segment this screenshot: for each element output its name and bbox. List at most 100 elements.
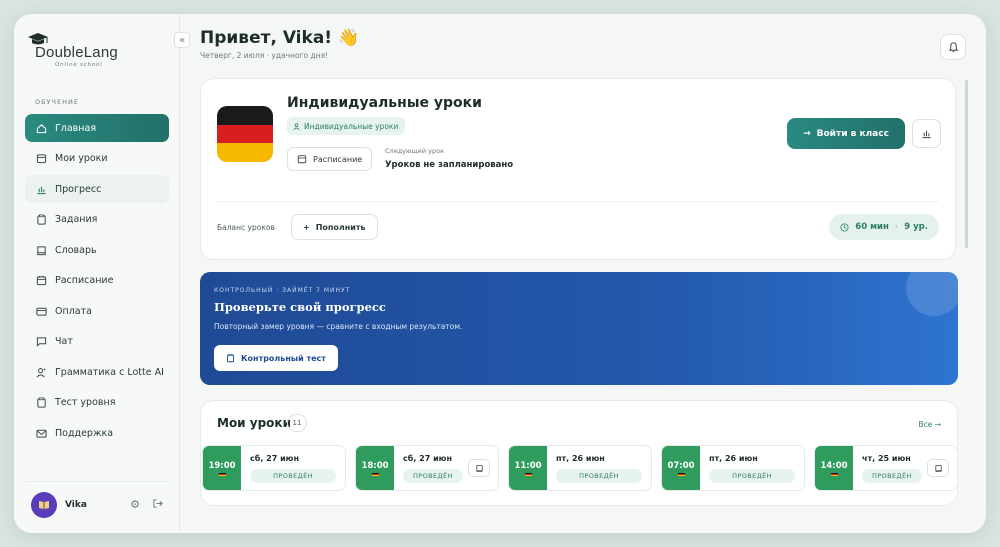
view-all-link[interactable]: Все → [918,420,941,429]
sidebar-item-tasks[interactable]: Задания [25,206,169,234]
clipboard-icon [35,214,47,226]
settings-icon[interactable]: ⚙ [130,498,140,512]
balance-lessons: 9 ур. [904,222,928,232]
lesson-item[interactable]: 11:00 пт, 26 июн ПРОВЕДЁН [508,445,652,491]
clock-icon [840,222,849,232]
german-flag [217,106,273,162]
book-icon [35,244,47,256]
lesson-time: 14:00 [820,460,848,471]
top-up-button[interactable]: + Пополнить [291,214,378,240]
status-badge: ПРОВЕДЁН [556,469,642,483]
lesson-date: пт, 26 июн [556,454,605,463]
chat-icon [35,336,47,348]
stats-button[interactable] [912,119,941,148]
sidebar-item-label: Прогресс [55,183,102,195]
avatar[interactable] [31,491,57,518]
sidebar-item-my-lessons[interactable]: Мои уроки [25,145,169,173]
individual-lessons-card: Индивидуальные уроки Индивидуальные урок… [200,78,956,260]
balance-minutes: 60 мин [855,222,889,232]
lessons-list: 19:00 сб, 27 июн ПРОВЕДЁН 18:00 сб, 27 и… [201,445,957,491]
lesson-time-block: 07:00 [662,446,700,490]
app-window: DoubleLang Online school « ОБУЧЕНИЕ Глав… [14,14,986,533]
german-flag-icon [830,472,838,476]
arrow-right-icon: → [803,128,811,139]
lesson-item[interactable]: 14:00 чт, 25 июн ПРОВЕДЁН [814,445,957,491]
banner-kicker: КОНТРОЛЬНЫЙ · ЗАЙМЁТ 7 МИНУТ [214,287,351,294]
lesson-date: чт, 25 июн [862,454,911,463]
logout-icon[interactable] [152,498,163,512]
chart-icon [35,183,47,195]
lesson-type-chip: Индивидуальные уроки [287,117,406,135]
enter-class-label: Войти в класс [816,128,889,139]
german-flag-icon [524,472,532,476]
calendar-icon [35,275,47,287]
sidebar-item-chat[interactable]: Чат [25,328,169,356]
lesson-time: 19:00 [208,460,236,471]
lesson-time-block: 19:00 [203,446,241,490]
lesson-materials-button[interactable] [468,459,490,477]
calendar-icon [35,153,47,165]
next-lesson-label: Следующий урок [385,147,445,155]
section-label: ОБУЧЕНИЕ [35,98,79,106]
lesson-item[interactable]: 18:00 сб, 27 июн ПРОВЕДЁН [355,445,499,491]
next-lesson-value: Уроков не запланировано [385,160,514,170]
sidebar-item-label: Главная [55,122,97,134]
sidebar-item-schedule[interactable]: Расписание [25,267,169,295]
lesson-item[interactable]: 19:00 сб, 27 июн ПРОВЕДЁН [202,445,346,491]
page-title: Привет, Vika! 👋 [200,28,360,48]
sidebar-item-label: Чат [55,336,73,347]
sidebar-item-dictionary[interactable]: Словарь [25,236,169,264]
balance-label: Баланс уроков [217,223,275,232]
lesson-time: 11:00 [514,460,542,471]
main-content: Привет, Vika! 👋 Четверг, 2 июля · удачно… [180,14,986,533]
german-flag-icon [371,472,379,476]
sidebar-item-progress[interactable]: Прогресс [25,175,169,203]
graduation-cap-icon [28,33,48,45]
my-lessons-card: Мои уроки 11 Все → 19:00 сб, 27 июн ПРОВ… [200,400,958,506]
bell-icon [948,42,958,53]
sidebar-item-label: Тест уровня [55,397,116,408]
logo[interactable]: DoubleLang Online school [25,33,169,74]
banner-title: Проверьте свой прогресс [214,300,386,314]
lesson-time-block: 18:00 [356,446,394,490]
progress-test-banner: КОНТРОЛЬНЫЙ · ЗАЙМЁТ 7 МИНУТ Проверьте с… [200,272,958,385]
sidebar-item-payment[interactable]: Оплата [25,297,169,325]
clipboard-icon [227,353,234,363]
status-badge: ПРОВЕДЁН [250,469,336,483]
lesson-date: сб, 27 июн [403,454,452,463]
lesson-item[interactable]: 07:00 пт, 26 июн ПРОВЕДЁН [661,445,805,491]
notifications-button[interactable] [940,34,966,60]
lesson-time-block: 14:00 [815,446,853,490]
user-icon [293,122,300,130]
lesson-materials-button[interactable] [927,459,949,477]
user-profile: Vika ⚙ [25,481,169,518]
sidebar-item-label: Поддержка [55,427,114,439]
card-icon [35,305,47,317]
enter-class-button[interactable]: → Войти в класс [787,118,905,149]
sidebar-item-label: Мои уроки [55,153,108,164]
chart-icon [922,130,931,139]
sidebar-nav: Главная Мои уроки Прогресс Задания Слова… [25,114,169,447]
lesson-time: 18:00 [361,460,389,471]
sidebar-item-level-test[interactable]: Тест уровня [25,389,169,417]
user-name: Vika [65,499,87,510]
user-actions: ⚙ [130,498,163,512]
page-subtitle: Четверг, 2 июля · удачного дня! [200,51,329,60]
schedule-button[interactable]: Расписание [287,147,373,171]
lesson-date: пт, 26 июн [709,454,758,463]
top-up-label: Пополнить [315,222,366,232]
my-lessons-title: Мои уроки [217,416,291,430]
sidebar-item-grammar-ai[interactable]: Грамматика с Lotte AI [25,358,169,386]
plus-icon: + [303,222,310,232]
sidebar-item-label: Задания [55,214,98,225]
sidebar-item-label: Оплата [55,305,92,317]
sidebar-item-label: Расписание [55,275,114,286]
sidebar-item-home[interactable]: Главная [25,114,169,142]
scrollbar[interactable] [965,80,968,248]
sidebar-item-support[interactable]: Поддержка [25,419,169,447]
control-test-button[interactable]: Контрольный тест [214,345,338,371]
control-test-label: Контрольный тест [241,353,326,363]
sidebar-item-label: Словарь [55,244,97,256]
book-icon [934,464,942,472]
user-star-icon [35,366,47,378]
